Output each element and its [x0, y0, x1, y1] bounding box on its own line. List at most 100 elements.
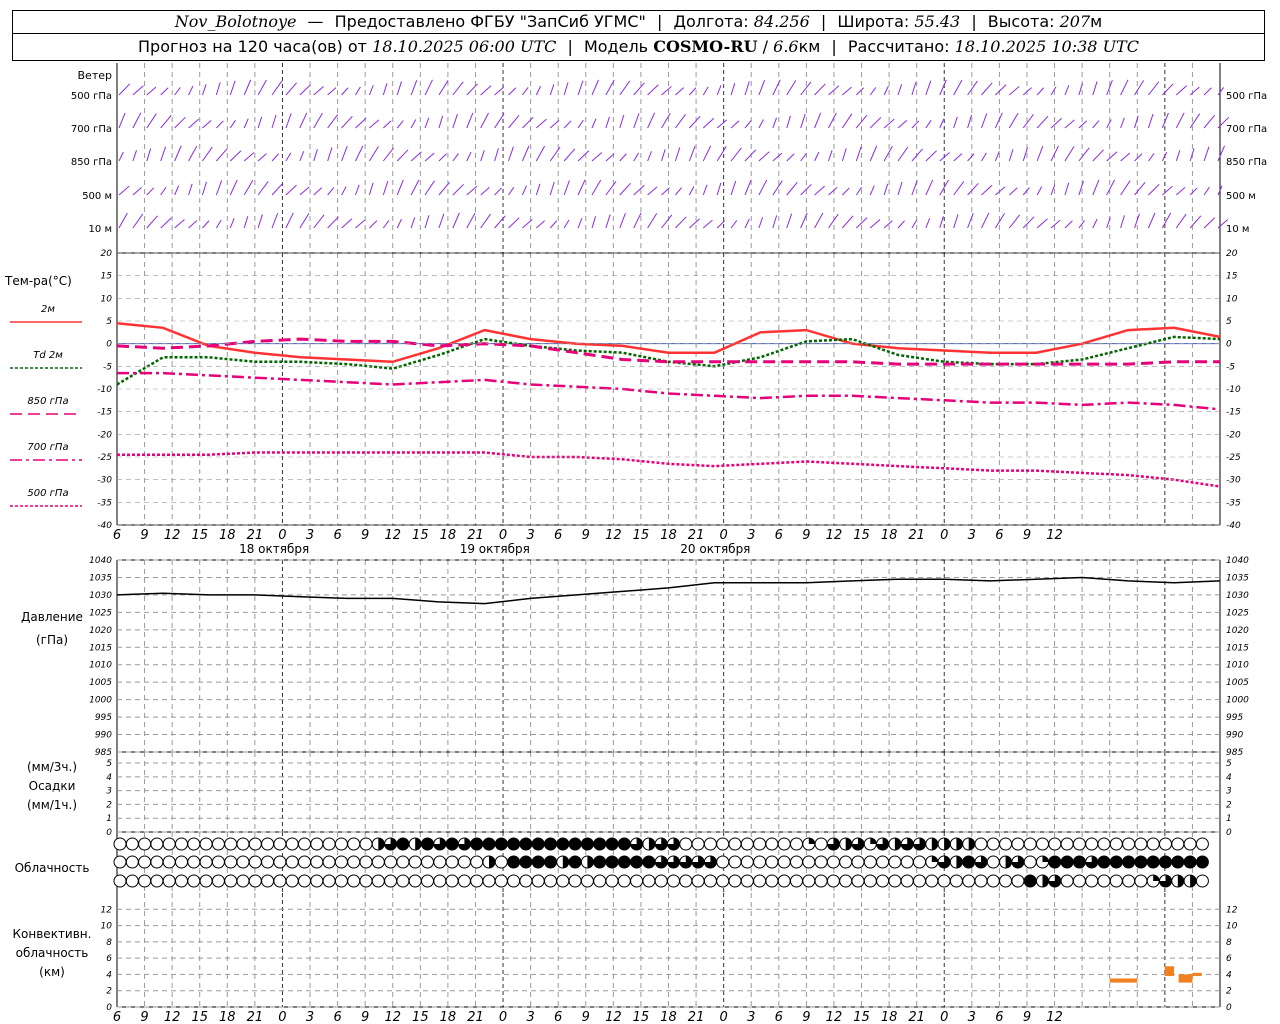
- x-tick-label: 3: [526, 528, 534, 543]
- pressure-y-label: Давление: [21, 610, 83, 624]
- cloud-symbol: [359, 874, 373, 888]
- wind-barb: [577, 150, 590, 162]
- wind-barb: [1022, 114, 1034, 129]
- wind-barb: [758, 119, 764, 129]
- wind-barb: [118, 151, 124, 162]
- conv-y-tick: 10: [101, 922, 113, 932]
- wind-barb: [800, 153, 807, 162]
- wind-barb: [229, 80, 236, 96]
- wind-barb: [814, 112, 822, 129]
- cloud-symbol: [261, 837, 275, 851]
- cloud-symbol: [248, 874, 262, 888]
- wind-barb: [424, 117, 430, 129]
- cloud-symbol: [925, 874, 939, 888]
- pressure-y-tick: 990: [95, 731, 112, 741]
- wind-barb: [396, 149, 409, 162]
- wind-barb: [118, 112, 126, 129]
- wind-barb: [995, 84, 1007, 96]
- cloud-symbol: [273, 855, 287, 869]
- x-tick-label: 21: [908, 528, 925, 543]
- cloud-symbol: [1134, 874, 1148, 888]
- pressure-y-tick: 1015: [1226, 643, 1249, 653]
- cloud-symbol-fill: [1196, 856, 1209, 868]
- cloud-symbol-fill: [808, 838, 815, 844]
- cloud-symbol: [298, 874, 311, 888]
- x-tick-label: 12: [605, 1010, 622, 1024]
- cloud-symbol: [888, 874, 902, 888]
- cloud-symbol: [113, 855, 127, 869]
- x-tick-label: 12: [164, 1010, 181, 1024]
- wind-barb: [688, 115, 701, 129]
- temp-y-tick: -5: [1226, 362, 1235, 372]
- wind-barb: [215, 219, 222, 229]
- cloud-symbol: [1023, 837, 1037, 851]
- wind-barb: [382, 120, 392, 129]
- x-tick-label: 15: [412, 1010, 429, 1024]
- wind-barb: [424, 79, 433, 96]
- wind-barb: [758, 217, 764, 229]
- wind-barb: [675, 216, 687, 229]
- wind-barb: [188, 220, 198, 229]
- cloud-symbol: [298, 855, 311, 869]
- wind-barb: [869, 87, 877, 96]
- conv-y-tick: 0: [1226, 1003, 1232, 1013]
- x-tick-label: 0: [499, 1010, 507, 1024]
- cloud-symbol: [777, 855, 791, 869]
- wind-barb: [563, 180, 570, 196]
- cloud-symbol: [937, 874, 951, 888]
- wind-barb: [828, 112, 837, 129]
- cloud-symbol-fill: [1184, 856, 1197, 868]
- wind-barb: [494, 215, 506, 229]
- wind-barb: [1203, 186, 1210, 196]
- x-tick-label: 9: [361, 528, 369, 543]
- cloud-symbol-fill: [489, 856, 495, 868]
- wind-barb: [939, 79, 947, 96]
- wind-barb: [285, 82, 297, 96]
- wind-barb: [424, 180, 435, 196]
- legend-label-t700: 700 гПа: [27, 442, 68, 453]
- wind-barb: [1036, 115, 1049, 129]
- precip-y-tick: 5: [1226, 759, 1232, 769]
- x-tick-label: 12: [1046, 528, 1063, 543]
- wind-barb: [382, 83, 388, 96]
- wind-barb: [744, 120, 752, 129]
- wind-barb: [438, 80, 449, 96]
- cloud-symbol: [753, 874, 767, 888]
- wind-barb: [257, 153, 267, 162]
- cloud-symbol: [175, 837, 188, 851]
- wind-barb: [995, 186, 1006, 196]
- cloud-symbol: [273, 837, 287, 851]
- wind-barb: [521, 145, 530, 162]
- wind-barb: [897, 181, 903, 196]
- wind-barb: [1189, 148, 1195, 162]
- wind-barb: [967, 80, 978, 96]
- wind-level-label: 500 гПа: [71, 91, 112, 102]
- wind-barb: [160, 114, 172, 129]
- wind-barb: [661, 86, 672, 96]
- cloud-symbol: [396, 855, 410, 869]
- wind-barb: [132, 150, 138, 162]
- temp-y-tick: -15: [97, 408, 112, 418]
- wind-barb: [243, 152, 255, 162]
- wind-barb: [786, 181, 798, 196]
- wind-barb: [744, 81, 750, 96]
- wind-barb: [1161, 151, 1168, 162]
- cloud-symbol: [199, 855, 213, 869]
- wind-barb: [605, 181, 617, 196]
- precip-y-tick: 1: [106, 814, 112, 824]
- wind-barb: [716, 146, 727, 162]
- cloud-symbol-fill: [1024, 875, 1037, 887]
- temp-y-tick: -20: [1226, 430, 1241, 440]
- wind-barb: [271, 114, 277, 129]
- cloud-symbol: [187, 855, 201, 869]
- wind-barb: [174, 185, 180, 196]
- cloud-symbol: [1060, 837, 1074, 851]
- cloud-symbol-fill: [593, 856, 606, 868]
- date-label: 18 октября: [239, 542, 309, 556]
- cloud-symbol: [199, 837, 213, 851]
- wind-barb: [257, 181, 269, 196]
- wind-barb: [1009, 86, 1020, 96]
- x-tick-label: 6: [995, 1010, 1003, 1024]
- x-tick-label: 6: [333, 528, 341, 543]
- temp-y-tick: -40: [97, 521, 112, 531]
